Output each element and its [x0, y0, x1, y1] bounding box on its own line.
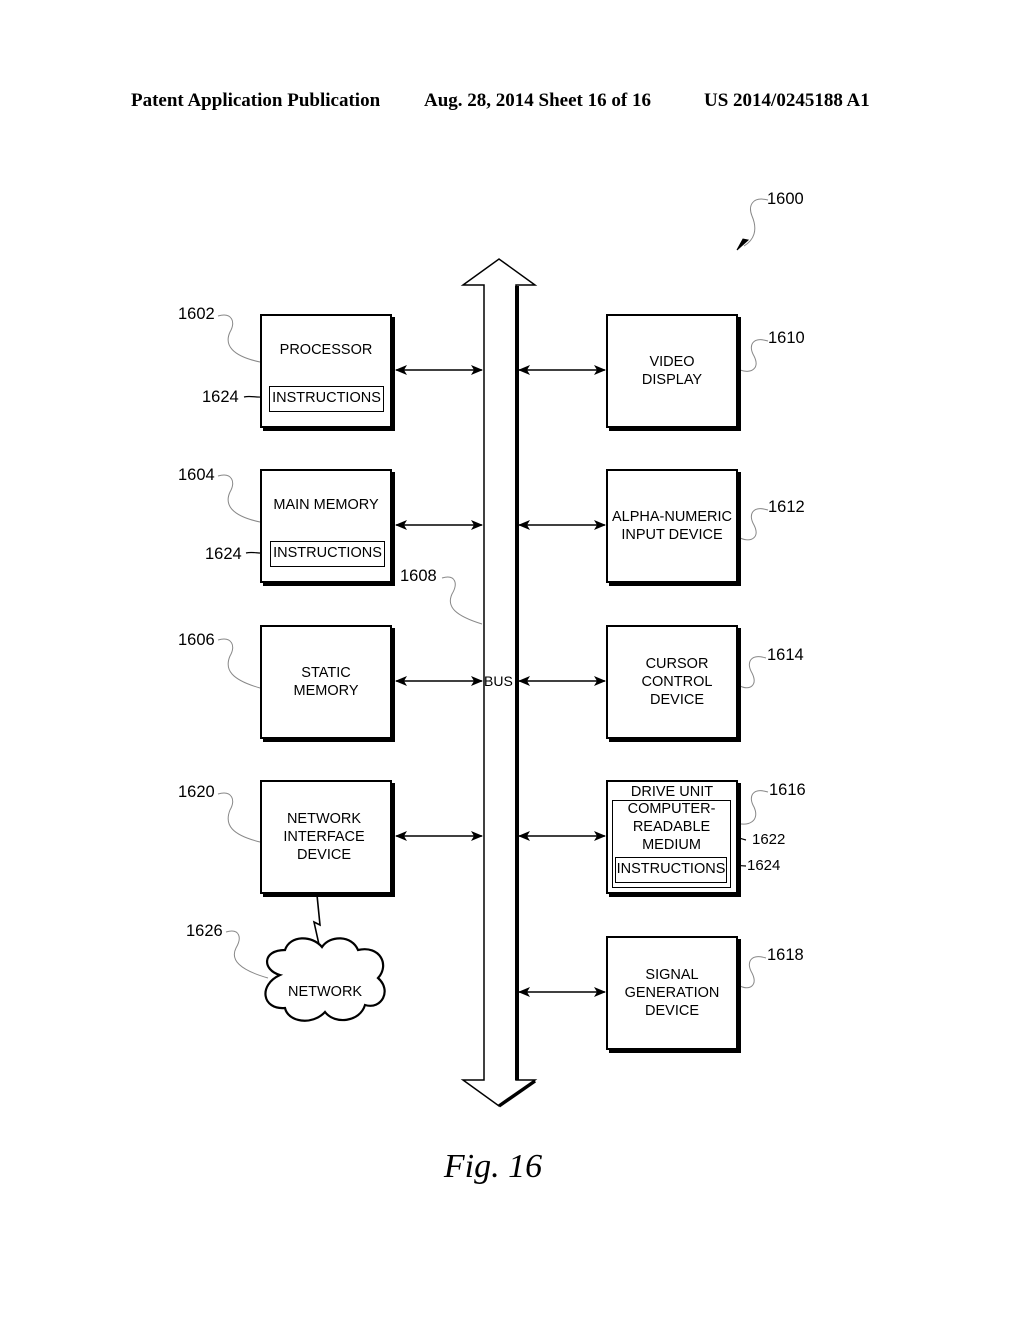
ref-drive-unit-instructions: 1624 — [747, 857, 781, 874]
main-memory-block: MAIN MEMORY INSTRUCTIONS — [260, 469, 392, 583]
ref-main-memory: 1604 — [178, 466, 215, 484]
ref-processor: 1602 — [178, 305, 215, 323]
network-interface-label: NETWORK INTERFACE DEVICE — [283, 811, 365, 863]
drive-unit-block: DRIVE UNIT COMPUTER- READABLE MEDIUM INS… — [606, 780, 738, 894]
ref-drive-unit: 1616 — [769, 781, 806, 799]
figure-caption: Fig. 16 — [443, 1148, 543, 1185]
ref-network-interface: 1620 — [178, 783, 215, 801]
ref-video-display: 1610 — [768, 329, 805, 347]
main-memory-label: MAIN MEMORY — [273, 497, 379, 513]
computer-readable-medium: COMPUTER- READABLE MEDIUM INSTRUCTIONS — [612, 800, 731, 888]
ref-processor-instructions: 1624 — [202, 388, 239, 406]
processor-block: PROCESSOR INSTRUCTIONS — [260, 314, 392, 428]
drive-unit-label: DRIVE UNIT — [630, 784, 714, 800]
cursor-control-block: CURSOR CONTROL DEVICE — [606, 625, 738, 739]
bus-label: BUS — [484, 673, 513, 689]
medium-label: COMPUTER- READABLE MEDIUM — [627, 801, 716, 853]
video-display-block: VIDEO DISPLAY — [606, 314, 738, 428]
static-memory-label: STATIC MEMORY — [293, 665, 359, 699]
processor-label: PROCESSOR — [279, 342, 373, 358]
network-label: NETWORK — [288, 984, 363, 1000]
network-interface-block: NETWORK INTERFACE DEVICE — [260, 780, 392, 894]
ref-medium: 1622 — [752, 831, 786, 848]
processor-instructions: INSTRUCTIONS — [269, 386, 384, 412]
ref-system: 1600 — [767, 190, 804, 208]
ref-cursor-control: 1614 — [767, 646, 804, 664]
static-memory-block: STATIC MEMORY — [260, 625, 392, 739]
input-device-block: ALPHA-NUMERIC INPUT DEVICE — [606, 469, 738, 583]
cursor-control-label: CURSOR CONTROL DEVICE — [641, 656, 713, 708]
ref-signal-generation: 1618 — [767, 946, 804, 964]
network-cloud-icon — [264, 937, 386, 1022]
ref-input-device: 1612 — [768, 498, 805, 516]
connector-layer — [217, 198, 769, 1108]
ref-static-memory: 1606 — [178, 631, 215, 649]
main-memory-instructions: INSTRUCTIONS — [270, 541, 385, 567]
ref-bus: 1608 — [400, 567, 437, 585]
signal-generation-label: SIGNAL GENERATION DEVICE — [624, 967, 720, 1019]
signal-generation-block: SIGNAL GENERATION DEVICE — [606, 936, 738, 1050]
input-device-label: ALPHA-NUMERIC INPUT DEVICE — [611, 509, 733, 543]
ref-network: 1626 — [186, 922, 223, 940]
ref-main-memory-instructions: 1624 — [205, 545, 242, 563]
drive-unit-instructions: INSTRUCTIONS — [615, 857, 727, 883]
video-display-label: VIDEO DISPLAY — [641, 354, 703, 388]
